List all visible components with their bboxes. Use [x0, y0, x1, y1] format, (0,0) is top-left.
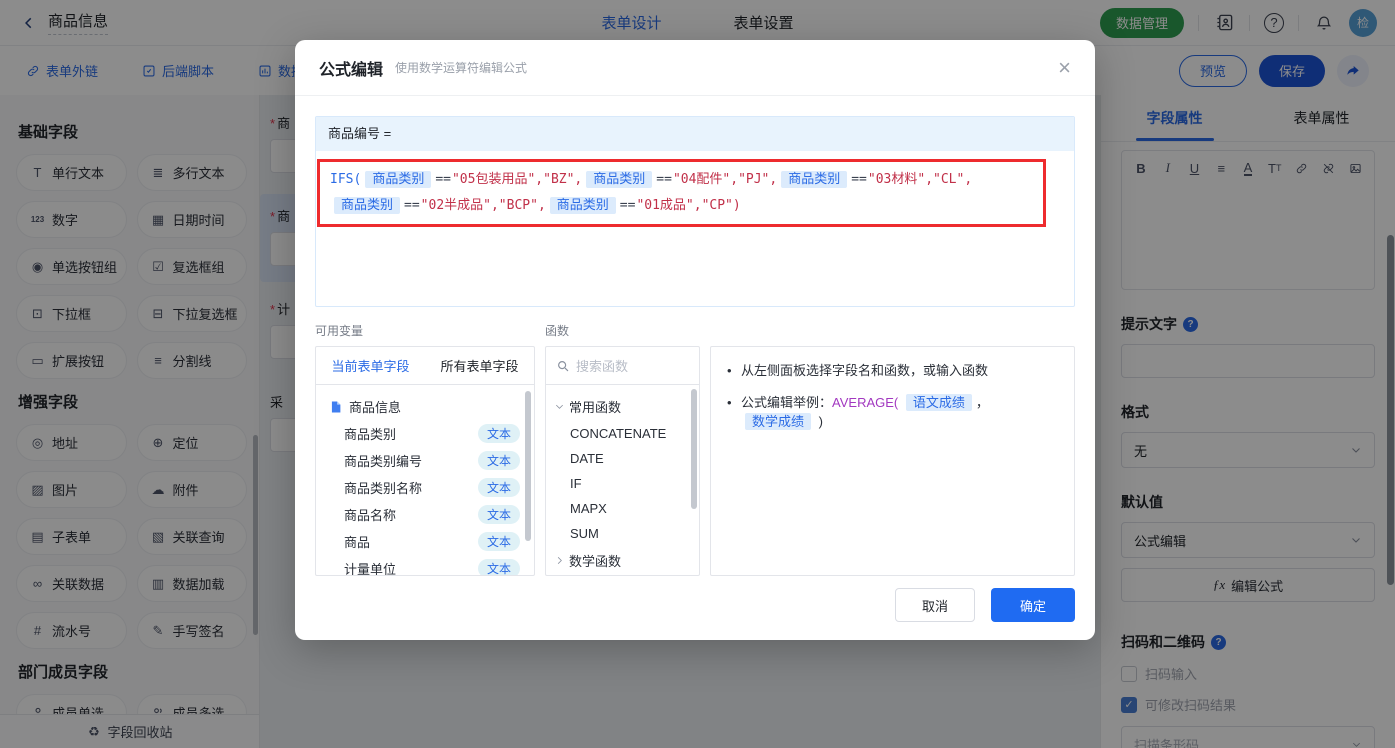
- function-item[interactable]: IF: [546, 471, 699, 496]
- tip-item: 公式编辑举例：AVERAGE( 语文成绩，数学成绩 ): [727, 393, 1058, 432]
- modal-footer: 取消 确定: [895, 588, 1075, 622]
- example-field-chip: 数学成绩: [745, 413, 811, 430]
- tips-panel: 从左侧面板选择字段名和函数，或输入函数 公式编辑举例：AVERAGE( 语文成绩…: [710, 346, 1075, 576]
- formula-token: ==: [435, 172, 451, 187]
- panel-labels: 可用变量 函数: [315, 322, 1075, 339]
- formula-editor-modal: 公式编辑 使用数学运算符编辑公式 × 商品编号 = IFS(商品类别=="05包…: [295, 40, 1095, 640]
- formula-field-chip[interactable]: 商品类别: [586, 171, 652, 188]
- formula-highlight-annotation: IFS(商品类别=="05包装用品","BZ",商品类别=="04配件","PJ…: [317, 159, 1046, 227]
- document-icon: [328, 400, 343, 414]
- variable-field-row[interactable]: 商品类别编号 文本: [316, 447, 534, 474]
- variable-field-row[interactable]: 商品 文本: [316, 528, 534, 555]
- field-type-badge: 文本: [478, 451, 520, 470]
- variables-label: 可用变量: [315, 322, 545, 339]
- variable-field-name: 商品类别名称: [344, 478, 422, 497]
- variables-list: 商品信息 商品类别文本商品类别编号文本商品类别名称文本商品名称文本商品文本计量单…: [316, 385, 534, 575]
- function-item[interactable]: MAPX: [546, 496, 699, 521]
- function-group-label: 常用函数: [569, 397, 621, 416]
- variables-tabs: 当前表单字段 所有表单字段: [316, 347, 534, 385]
- search-placeholder: 搜索函数: [576, 356, 628, 375]
- function-item[interactable]: CONCATENATE: [546, 421, 699, 446]
- formula-token: "03材料","CL",: [868, 172, 972, 187]
- cancel-button[interactable]: 取消: [895, 588, 975, 622]
- functions-list: 常用函数CONCATENATEDATEIFMAPXSUM数学函数文本函数: [546, 385, 699, 575]
- formula-field-chip[interactable]: 商品类别: [550, 197, 616, 214]
- variable-field-row[interactable]: 商品类别 文本: [316, 420, 534, 447]
- formula-token: "04配件","PJ",: [673, 172, 777, 187]
- tab-current-form-fields[interactable]: 当前表单字段: [331, 356, 409, 375]
- field-type-badge: 文本: [478, 478, 520, 497]
- variable-field-name: 商品名称: [344, 505, 396, 524]
- formula-field-chip[interactable]: 商品类别: [334, 197, 400, 214]
- functions-label: 函数: [545, 322, 710, 339]
- function-item[interactable]: SUM: [546, 521, 699, 546]
- formula-field-chip[interactable]: 商品类别: [781, 171, 847, 188]
- formula-token: ==: [851, 172, 867, 187]
- formula-token: ==: [620, 198, 636, 213]
- example-field-chip: 语文成绩: [906, 394, 972, 411]
- variable-field-name: 商品: [344, 532, 370, 551]
- variable-field-row[interactable]: 计量单位 文本: [316, 555, 534, 575]
- formula-input-area[interactable]: IFS(商品类别=="05包装用品","BZ",商品类别=="04配件","PJ…: [316, 151, 1074, 306]
- variables-panel: 当前表单字段 所有表单字段 商品信息 商品类别文本商品类别编号文本商品类别名称文…: [315, 346, 535, 576]
- field-type-badge: 文本: [478, 532, 520, 551]
- function-search-input[interactable]: 搜索函数: [546, 347, 699, 385]
- form-node-label: 商品信息: [349, 397, 401, 416]
- formula-token: ==: [404, 198, 420, 213]
- variable-field-row[interactable]: 商品类别名称 文本: [316, 474, 534, 501]
- modal-header: 公式编辑 使用数学运算符编辑公式 ×: [295, 40, 1095, 96]
- field-type-badge: 文本: [478, 424, 520, 443]
- variable-field-row[interactable]: 商品名称 文本: [316, 501, 534, 528]
- modal-body: 商品编号 = IFS(商品类别=="05包装用品","BZ",商品类别=="04…: [295, 96, 1095, 576]
- search-icon: [556, 359, 570, 373]
- example-function-name: AVERAGE(: [832, 395, 898, 410]
- variable-field-name: 商品类别: [344, 424, 396, 443]
- confirm-button[interactable]: 确定: [991, 588, 1075, 622]
- tip-item: 从左侧面板选择字段名和函数，或输入函数: [727, 361, 1058, 381]
- variable-field-name: 商品类别编号: [344, 451, 422, 470]
- panels-row: 当前表单字段 所有表单字段 商品信息 商品类别文本商品类别编号文本商品类别名称文…: [315, 346, 1075, 576]
- function-group[interactable]: 常用函数: [546, 392, 699, 421]
- formula-token: IFS(: [330, 172, 361, 187]
- formula-field-chip[interactable]: 商品类别: [365, 171, 431, 188]
- formula-token: "05包装用品","BZ",: [452, 172, 582, 187]
- field-type-badge: 文本: [478, 505, 520, 524]
- function-item[interactable]: DATE: [546, 446, 699, 471]
- formula-expression[interactable]: IFS(商品类别=="05包装用品","BZ",商品类别=="04配件","PJ…: [330, 167, 1033, 219]
- tab-all-form-fields[interactable]: 所有表单字段: [440, 356, 518, 375]
- form-node[interactable]: 商品信息: [316, 393, 534, 420]
- field-type-badge: 文本: [478, 559, 520, 575]
- close-icon[interactable]: ×: [1058, 57, 1071, 79]
- chevron-right-icon: [554, 555, 565, 566]
- functions-panel: 搜索函数 常用函数CONCATENATEDATEIFMAPXSUM数学函数文本函…: [545, 346, 700, 576]
- chevron-down-icon: [554, 401, 565, 412]
- variable-field-name: 计量单位: [344, 559, 396, 575]
- formula-token: ==: [656, 172, 672, 187]
- formula-editor-box: 商品编号 = IFS(商品类别=="05包装用品","BZ",商品类别=="04…: [315, 116, 1075, 307]
- formula-token: "02半成品","BCP",: [421, 198, 546, 213]
- modal-subtitle: 使用数学运算符编辑公式: [395, 59, 527, 76]
- functions-scrollbar[interactable]: [691, 389, 697, 509]
- variables-scrollbar[interactable]: [525, 391, 531, 541]
- function-group-label: 数学函数: [569, 551, 621, 570]
- function-group[interactable]: 数学函数: [546, 546, 699, 575]
- formula-target-field: 商品编号 =: [316, 117, 1074, 151]
- formula-token: "01成品","CP"): [636, 198, 740, 213]
- modal-title: 公式编辑: [319, 56, 383, 80]
